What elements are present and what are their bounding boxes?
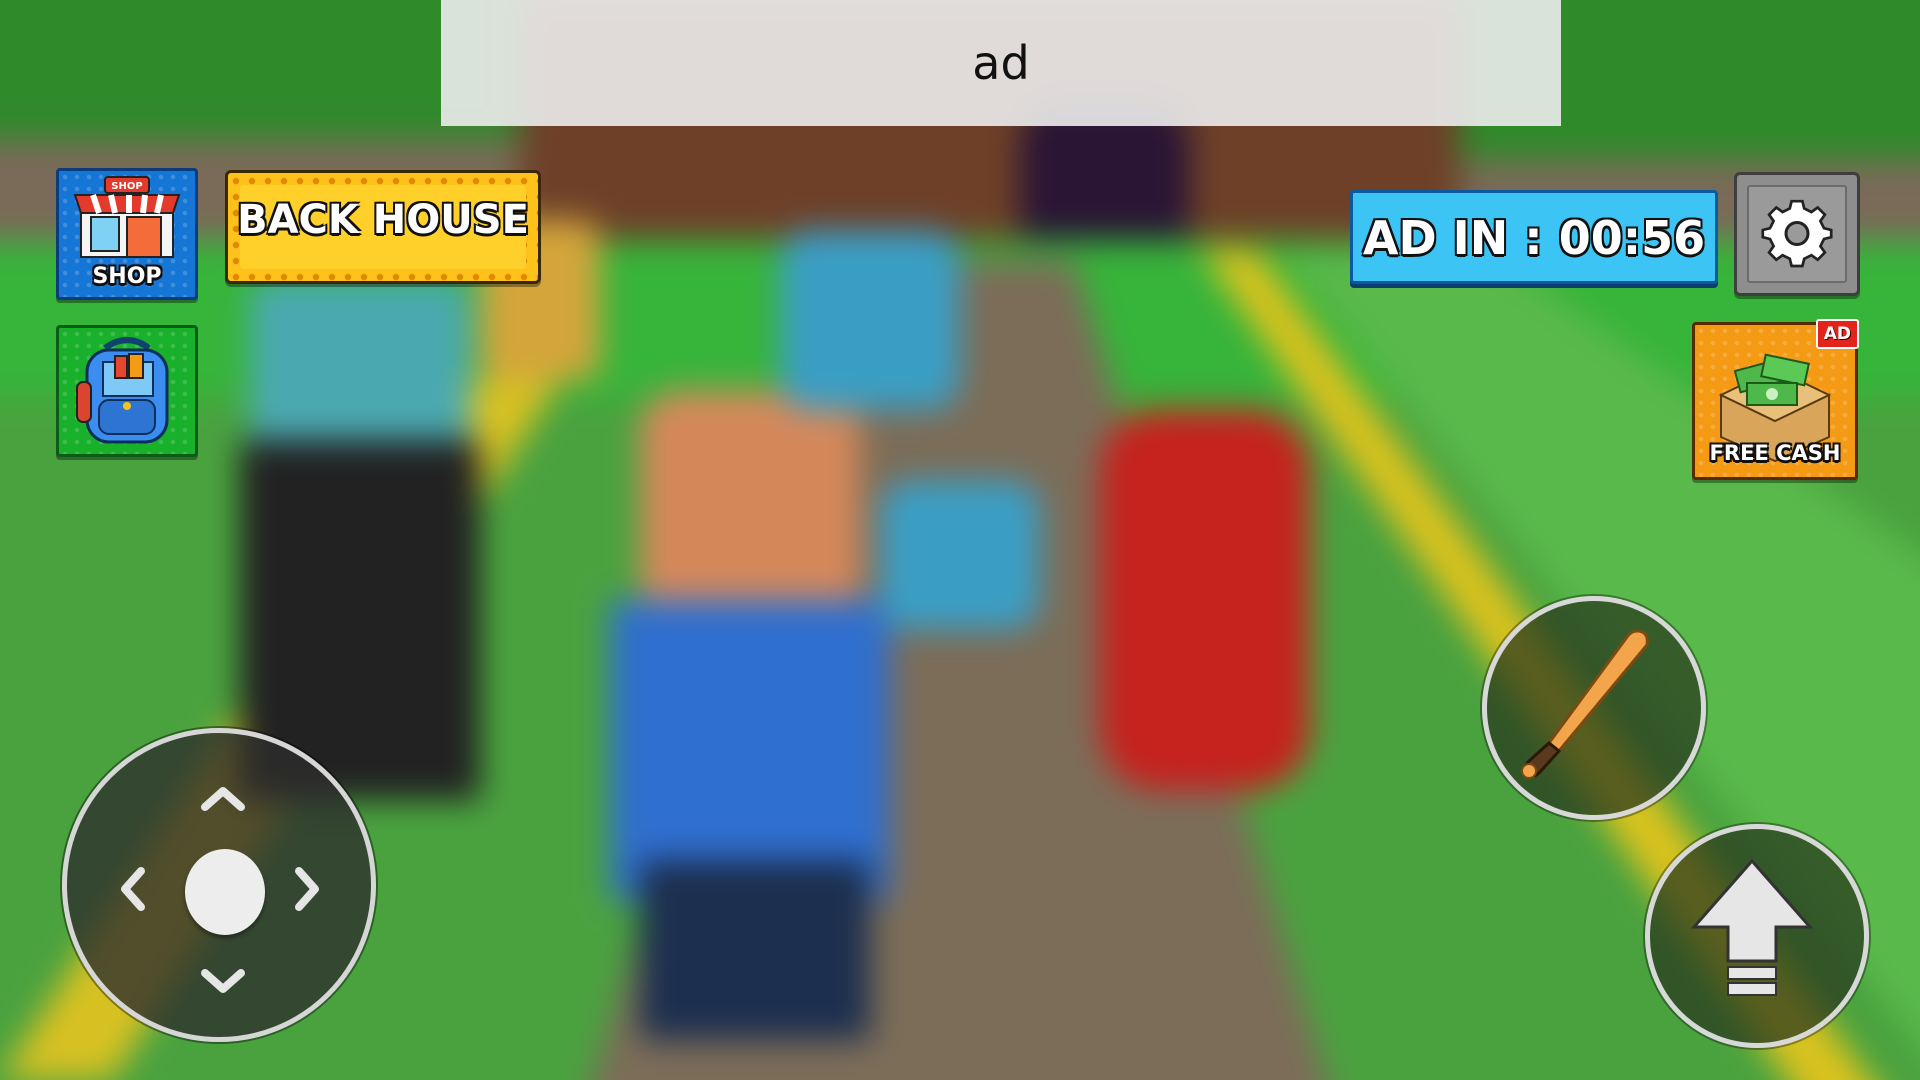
- game-viewport[interactable]: ad SHOP SHOP BACK HOUSE AD IN: 00:56 AD…: [0, 0, 1920, 1080]
- attack-button[interactable]: [1482, 596, 1706, 820]
- joystick-knob[interactable]: [185, 849, 265, 935]
- back-house-label: BACK HOUSE: [237, 197, 529, 243]
- jump-button[interactable]: [1645, 824, 1869, 1048]
- free-cash-button[interactable]: AD FREE CASH: [1692, 319, 1859, 480]
- shop-label: SHOP: [92, 264, 162, 289]
- gear-icon: [1761, 199, 1833, 268]
- up-arrow-icon: [1690, 858, 1814, 996]
- free-cash-label: FREE CASH: [1709, 441, 1841, 465]
- ad-banner-text: ad: [972, 36, 1030, 90]
- backpack-icon: [76, 337, 169, 444]
- movement-joystick[interactable]: [62, 728, 376, 1042]
- settings-panel: [1747, 185, 1847, 283]
- baseball-bat-icon: [1521, 629, 1649, 779]
- ad-banner[interactable]: ad: [441, 0, 1561, 126]
- chevron-down-icon: [201, 969, 245, 993]
- chevron-up-icon: [201, 787, 245, 811]
- ad-badge: AD: [1815, 319, 1859, 349]
- ad-timer-text: AD IN : 00:56: [1362, 211, 1706, 265]
- shop-button[interactable]: SHOP SHOP: [56, 168, 198, 300]
- ad-timer-banner: AD IN : 00:56: [1350, 190, 1718, 284]
- chevron-right-icon: [295, 867, 319, 911]
- back-house-button[interactable]: BACK HOUSE: [225, 170, 541, 284]
- shop-sign-text: SHOP: [111, 181, 142, 192]
- settings-button[interactable]: [1734, 172, 1860, 296]
- backpack-button[interactable]: [56, 325, 198, 457]
- chevron-left-icon: [121, 867, 145, 911]
